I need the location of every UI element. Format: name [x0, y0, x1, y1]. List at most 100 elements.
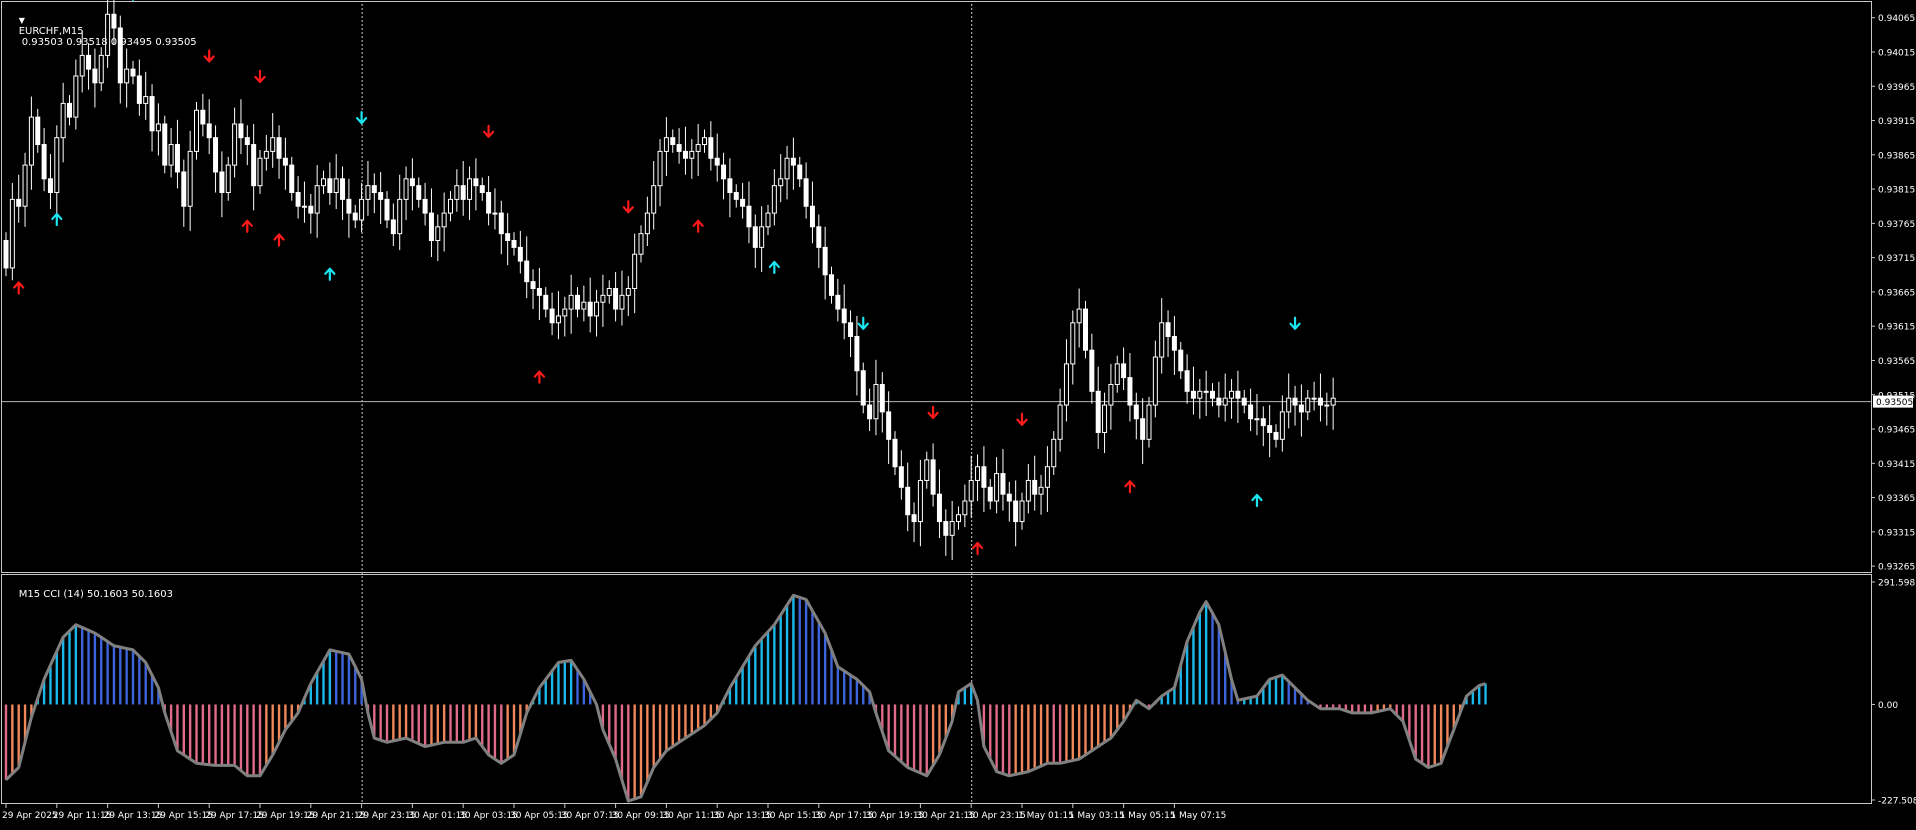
- bear-candle-body: [352, 212, 358, 221]
- bull-candle-body: [321, 178, 326, 187]
- bull-candle-body: [968, 479, 974, 502]
- bull-candle-body: [606, 288, 612, 296]
- bear-candle-body: [416, 185, 422, 200]
- bear-candle-body: [181, 171, 187, 207]
- bull-candle-body: [403, 178, 409, 200]
- bull-candle-body: [962, 500, 968, 516]
- bull-candle-body: [581, 301, 587, 310]
- bull-candle-body: [663, 137, 669, 152]
- bull-candle-body: [600, 294, 606, 303]
- bear-candle-body: [879, 383, 885, 413]
- bear-candle-body: [746, 205, 752, 228]
- bear-candle-body: [1235, 390, 1241, 399]
- cci-tick-label: 291.598: [1878, 579, 1915, 589]
- bear-candle-body: [238, 123, 244, 139]
- bear-candle-body: [981, 466, 987, 488]
- bear-candle-body: [1089, 349, 1095, 392]
- bull-candle-body: [1159, 322, 1165, 358]
- bull-candle-body: [924, 459, 930, 481]
- bear-candle-body: [1178, 349, 1184, 372]
- bull-candle-body: [73, 75, 79, 118]
- bear-candle-body: [790, 157, 796, 166]
- bear-candle-body: [136, 75, 142, 104]
- bear-candle-body: [752, 226, 758, 248]
- bear-candle-body: [892, 438, 898, 468]
- bear-candle-body: [1267, 425, 1273, 433]
- bear-candle-body: [1000, 473, 1006, 495]
- bear-candle-body: [162, 123, 168, 166]
- bull-candle-body: [28, 116, 34, 166]
- bear-candle-body: [149, 96, 155, 132]
- bear-candle-body: [479, 185, 485, 194]
- bear-candle-body: [727, 178, 733, 194]
- bear-candle-body: [613, 288, 619, 310]
- bear-candle-body: [835, 294, 841, 310]
- bull-candle-body: [1203, 390, 1209, 393]
- price-tick-label: 0.93415: [1878, 460, 1915, 470]
- time-tick-label: 1 May 05:15: [1120, 811, 1176, 821]
- bull-candle-body: [1057, 404, 1063, 440]
- bear-candle-body: [1032, 479, 1038, 495]
- bear-candle-body: [308, 205, 314, 214]
- price-tick-label: 0.93715: [1878, 254, 1915, 264]
- bull-candle-body: [1305, 397, 1311, 413]
- time-tick-label: 1 May 03:15: [1069, 811, 1125, 821]
- bear-candle-body: [987, 486, 993, 502]
- bear-candle-body: [1095, 390, 1101, 433]
- bear-candle-body: [1006, 493, 1012, 502]
- bull-candle-body: [632, 253, 638, 289]
- bear-candle-body: [733, 192, 739, 200]
- bear-candle-body: [219, 171, 225, 194]
- bear-candle-body: [174, 144, 180, 173]
- bull-candle-body: [168, 144, 174, 166]
- bull-candle-body: [232, 123, 238, 166]
- bear-candle-body: [682, 150, 688, 159]
- dropdown-triangle-icon[interactable]: ▼: [19, 16, 25, 25]
- bear-candle-body: [1210, 390, 1215, 399]
- bull-candle-body: [143, 96, 149, 104]
- bear-candle-body: [371, 185, 377, 194]
- bull-candle-body: [1229, 390, 1235, 399]
- bull-candle-body: [1330, 397, 1336, 406]
- bull-candle-body: [1222, 397, 1228, 406]
- bull-candle-body: [555, 315, 561, 324]
- bull-candle-body: [1025, 479, 1031, 502]
- cci-tick-label: -227.5083: [1878, 797, 1916, 807]
- bear-candle-body: [930, 459, 936, 495]
- bull-candle-body: [1152, 356, 1158, 406]
- bull-candle-body: [784, 157, 790, 180]
- bull-candle-body: [625, 288, 631, 296]
- bull-candle-body: [60, 102, 66, 139]
- bull-candle-body: [1070, 322, 1076, 365]
- bull-candle-body: [689, 150, 695, 159]
- bear-candle-body: [498, 212, 504, 235]
- bull-candle-body: [1311, 397, 1317, 400]
- bear-candle-body: [543, 294, 549, 310]
- bull-candle-body: [1019, 500, 1025, 523]
- bear-candle-body: [886, 411, 892, 440]
- bear-candle-body: [1273, 431, 1279, 440]
- bull-candle-body: [435, 226, 441, 242]
- bear-candle-body: [47, 178, 53, 194]
- bear-candle-body: [536, 288, 542, 296]
- bear-candle-body: [67, 102, 72, 118]
- bull-candle-body: [155, 123, 161, 132]
- bull-candle-body: [1038, 486, 1044, 495]
- price-tick-label: 0.93565: [1878, 357, 1915, 367]
- bear-candle-body: [575, 294, 580, 310]
- bull-candle-body: [314, 185, 320, 214]
- price-tick-label: 0.93615: [1878, 323, 1915, 333]
- bear-candle-body: [1216, 397, 1222, 406]
- bull-candle-body: [638, 233, 644, 255]
- bear-candle-body: [1241, 397, 1247, 406]
- bear-candle-body: [943, 521, 949, 536]
- bull-candle-body: [54, 137, 60, 194]
- bear-candle-body: [860, 370, 866, 406]
- bull-candle-body: [448, 198, 453, 214]
- bull-candle-body: [917, 479, 923, 523]
- bear-candle-body: [505, 233, 511, 242]
- bear-candle-body: [867, 404, 873, 420]
- bull-candle-body: [657, 150, 663, 187]
- bear-candle-body: [295, 192, 301, 207]
- bear-candle-body: [721, 164, 727, 180]
